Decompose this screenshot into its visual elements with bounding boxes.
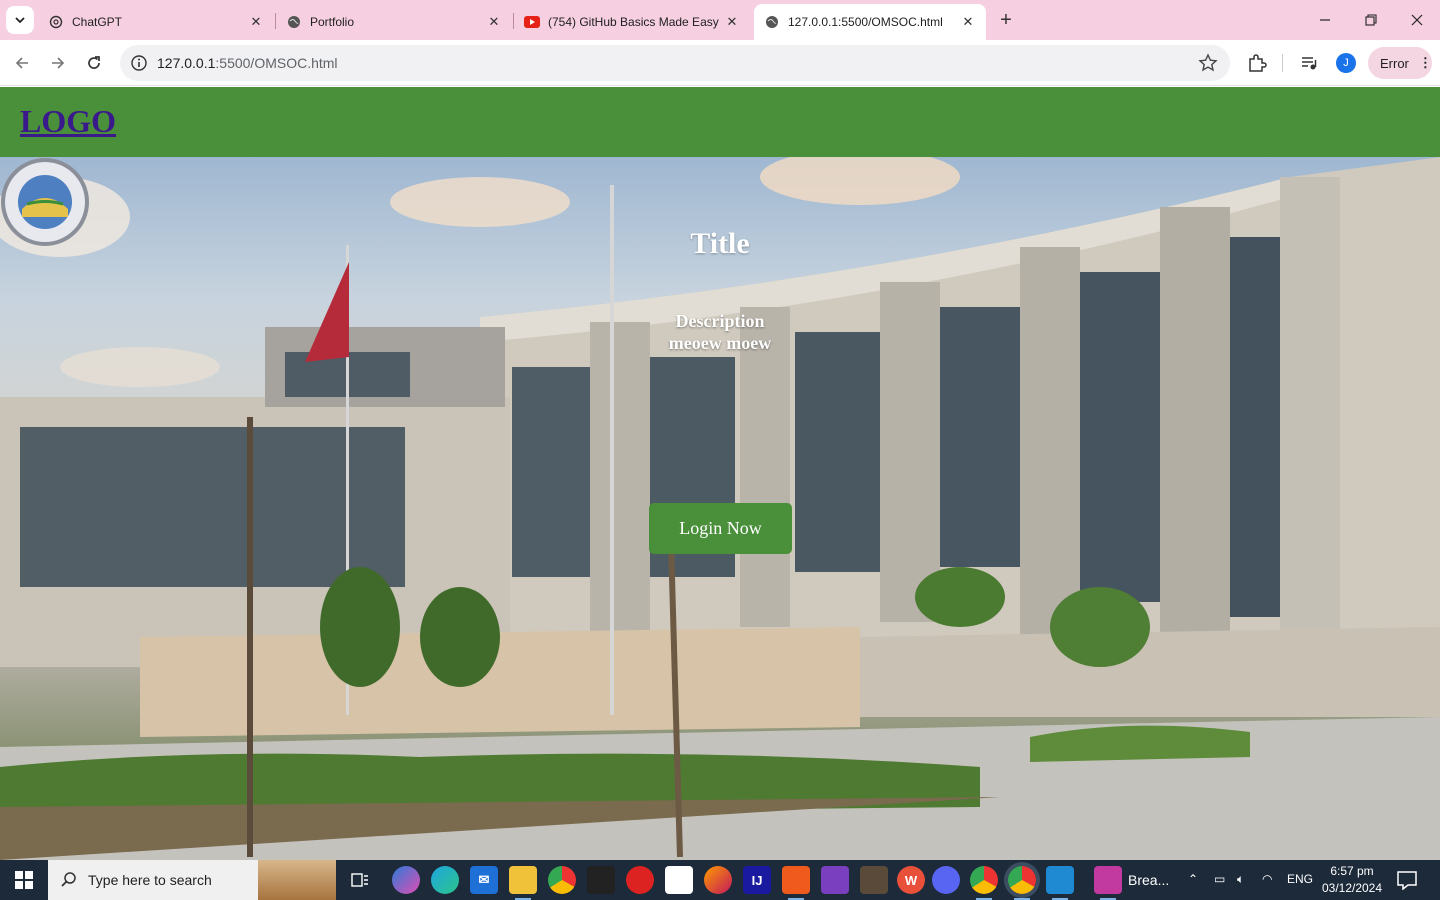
browser-tab-bar: ChatGPT ✕ Portfolio ✕ (754) GitHub Basic… — [0, 0, 1440, 40]
minimize-button[interactable] — [1302, 0, 1348, 40]
tab-omsoc[interactable]: 127.0.0.1:5500/OMSOC.html ✕ — [754, 4, 986, 40]
hero-title: Title — [690, 227, 750, 260]
windows-taskbar: Type here to search ✉ IJ W Brea... ⌃ ▭ 🔈… — [0, 860, 1440, 900]
hero-description: Description meoew moew — [620, 310, 820, 354]
new-tab-button[interactable]: + — [994, 9, 1018, 33]
login-now-button[interactable]: Login Now — [649, 503, 792, 554]
globe-icon — [286, 14, 302, 30]
volume-icon[interactable]: 🔈︎ — [1237, 872, 1244, 887]
url-text[interactable]: 127.0.0.1:5500/OMSOC.html — [157, 55, 338, 71]
close-icon[interactable]: ✕ — [960, 14, 976, 30]
tab-youtube[interactable]: (754) GitHub Basics Made Easy ✕ — [514, 4, 750, 40]
url-host: 127.0.0.1 — [157, 55, 216, 71]
tab-title: 127.0.0.1:5500/OMSOC.html — [788, 15, 943, 29]
search-highlight-image — [258, 860, 336, 900]
restore-button[interactable] — [1348, 0, 1394, 40]
reload-icon — [88, 56, 100, 69]
more-vert-icon: ⋮ — [1418, 55, 1432, 70]
intellij-icon[interactable]: IJ — [743, 866, 771, 894]
wps-icon[interactable]: W — [897, 866, 925, 894]
store-icon[interactable] — [665, 866, 693, 894]
hero-section: Title Description meoew moew Login Now — [0, 157, 1440, 860]
tab-search-button[interactable] — [6, 6, 34, 34]
close-icon[interactable]: ✕ — [724, 14, 740, 30]
search-icon — [61, 872, 76, 887]
browser-toolbar: 127.0.0.1:5500/OMSOC.html J Error ⋮ — [0, 40, 1440, 86]
chatgpt-icon — [48, 14, 64, 30]
teams-icon[interactable] — [1094, 866, 1122, 900]
tab-title: ChatGPT — [72, 15, 123, 29]
visual-studio-icon[interactable] — [821, 866, 849, 894]
address-bar[interactable]: 127.0.0.1:5500/OMSOC.html — [120, 45, 1230, 81]
playlist-icon — [1302, 57, 1317, 70]
clock-date: 03/12/2024 — [1321, 881, 1383, 895]
task-view-icon[interactable] — [346, 866, 374, 894]
youtube-icon — [524, 14, 540, 30]
discord-icon[interactable] — [932, 866, 960, 894]
tab-title: (754) GitHub Basics Made Easy — [548, 15, 719, 29]
notification-icon[interactable] — [1396, 870, 1418, 890]
windows-logo-icon — [15, 871, 33, 889]
media-control-button[interactable] — [1298, 52, 1320, 74]
close-icon[interactable]: ✕ — [248, 14, 264, 30]
tab-title: Portfolio — [310, 15, 355, 29]
clock-time: 6:57 pm — [1330, 864, 1374, 878]
wifi-icon[interactable]: ◠ — [1262, 872, 1272, 886]
tab-portfolio[interactable]: Portfolio ✕ — [276, 4, 512, 40]
logo-link[interactable]: LOGO — [20, 103, 116, 140]
puzzle-icon — [1249, 54, 1267, 72]
extensions-button[interactable] — [1246, 52, 1268, 74]
restore-icon — [1365, 14, 1377, 26]
city-seal-logo — [1, 158, 89, 246]
chrome-icon[interactable] — [548, 866, 576, 894]
running-window-label[interactable]: Brea... — [1128, 872, 1169, 888]
hero-description-line: meoew moew — [668, 333, 772, 353]
terminal-icon[interactable] — [587, 866, 615, 894]
page-viewport: LOGO Title Description meoew moew Login … — [0, 87, 1440, 860]
chrome-profile-icon[interactable] — [970, 866, 998, 900]
edge-icon[interactable] — [431, 866, 459, 894]
minimize-icon — [1320, 19, 1330, 21]
copilot-icon[interactable] — [392, 866, 420, 894]
game-icon[interactable] — [860, 866, 888, 894]
info-icon[interactable] — [130, 54, 148, 72]
tab-chatgpt[interactable]: ChatGPT ✕ — [38, 4, 274, 40]
mail-icon[interactable]: ✉ — [470, 866, 498, 894]
url-path: :5500/OMSOC.html — [215, 55, 338, 71]
close-window-button[interactable] — [1394, 0, 1440, 40]
globe-icon — [764, 14, 780, 30]
arrow-left-icon — [15, 57, 28, 69]
close-icon[interactable]: ✕ — [486, 14, 502, 30]
bookmark-star-icon[interactable] — [1198, 53, 1218, 73]
clock[interactable]: 6:57 pm 03/12/2024 — [1320, 863, 1384, 897]
error-menu-button[interactable]: Error ⋮ — [1368, 47, 1432, 79]
profile-avatar[interactable]: J — [1336, 53, 1356, 73]
arrow-right-icon — [52, 57, 65, 69]
forward-button[interactable] — [46, 51, 70, 75]
back-button[interactable] — [10, 51, 34, 75]
chevron-up-icon[interactable]: ⌃ — [1188, 872, 1198, 886]
toolbar-divider — [1282, 54, 1283, 72]
pokeball-icon[interactable] — [626, 866, 654, 894]
site-header: LOGO — [0, 87, 1440, 157]
chevron-down-icon — [15, 17, 25, 24]
hero-description-line: Description — [675, 311, 765, 331]
error-label: Error — [1380, 55, 1409, 71]
brave-icon[interactable] — [782, 866, 810, 900]
start-button[interactable] — [0, 860, 48, 900]
close-icon — [1411, 14, 1423, 26]
reload-button[interactable] — [82, 51, 106, 75]
taskbar-search-box[interactable]: Type here to search — [48, 860, 336, 900]
vscode-icon[interactable] — [1046, 866, 1074, 900]
search-placeholder: Type here to search — [88, 872, 212, 888]
language-indicator[interactable]: ENG — [1287, 872, 1313, 886]
firefox-icon[interactable] — [704, 866, 732, 894]
battery-icon[interactable]: ▭ — [1214, 872, 1225, 886]
chrome-active-icon[interactable] — [1008, 866, 1036, 900]
file-explorer-icon[interactable] — [509, 866, 537, 900]
